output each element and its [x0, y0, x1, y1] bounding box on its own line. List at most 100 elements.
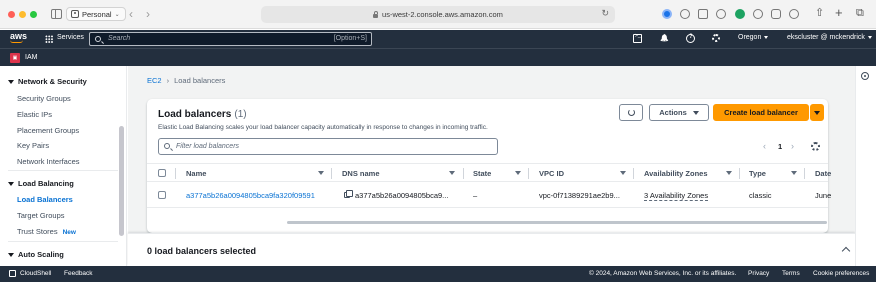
- reload-icon[interactable]: ↻: [601, 8, 609, 19]
- settings-gear-icon[interactable]: [712, 34, 720, 42]
- table-preferences-gear-icon[interactable]: [811, 142, 820, 151]
- column-header-vpc-id[interactable]: VPC ID: [539, 169, 564, 178]
- caret-down-icon: [764, 35, 769, 39]
- previous-page-icon[interactable]: ‹: [763, 141, 766, 151]
- sort-caret-icon[interactable]: [620, 171, 626, 175]
- sort-caret-icon[interactable]: [449, 171, 455, 175]
- download-icon[interactable]: [680, 9, 690, 19]
- sidebar-item-security-groups[interactable]: Security Groups: [17, 94, 71, 103]
- account-menu[interactable]: ekscluster @ mckendrick: [787, 34, 872, 41]
- region-label: Oregon: [738, 34, 762, 41]
- sidebar-toggle-icon[interactable]: [51, 9, 62, 19]
- sidebar-item-elastic-ips[interactable]: Elastic IPs: [17, 110, 52, 119]
- extension-icon[interactable]: [698, 9, 708, 19]
- nav-section-load-balancing[interactable]: Load Balancing: [8, 179, 74, 188]
- info-panel-icon[interactable]: [861, 72, 869, 80]
- cloudshell-icon[interactable]: [9, 270, 16, 277]
- terms-link[interactable]: Terms: [782, 270, 800, 277]
- caret-down-icon: [692, 110, 699, 115]
- back-arrow-icon[interactable]: ‹: [129, 7, 133, 21]
- extension-icon[interactable]: [662, 9, 672, 19]
- notifications-bell-icon[interactable]: [660, 34, 669, 43]
- iam-service-icon[interactable]: ▣: [10, 53, 20, 63]
- sidebar-item-target-groups[interactable]: Target Groups: [17, 211, 65, 220]
- nav-section-network-security[interactable]: Network & Security: [8, 77, 87, 86]
- zoom-window-button[interactable]: [30, 11, 37, 18]
- sidebar-scrollbar[interactable]: [119, 126, 124, 236]
- sidebar-item-key-pairs[interactable]: Key Pairs: [17, 141, 49, 150]
- cloudshell-icon[interactable]: [633, 33, 642, 43]
- sidebar-divider: [8, 241, 118, 242]
- chevron-down-icon: ⌄: [114, 11, 120, 18]
- availability-zones-cell[interactable]: 3 Availability Zones: [644, 191, 709, 201]
- copy-icon[interactable]: [344, 190, 353, 198]
- column-header-date[interactable]: Date: [815, 169, 831, 178]
- table-row[interactable]: a377a5b26a0094805bca9fa320f09591 a377a5b…: [147, 182, 831, 208]
- breadcrumb-ec2-link[interactable]: EC2: [147, 76, 162, 85]
- extension-icon[interactable]: [771, 9, 781, 19]
- close-window-button[interactable]: [8, 11, 15, 18]
- services-menu[interactable]: Services: [57, 34, 84, 41]
- table-horizontal-scrollbar[interactable]: [287, 221, 827, 224]
- feedback-link[interactable]: Feedback: [64, 270, 93, 277]
- next-page-icon[interactable]: ›: [791, 141, 794, 151]
- ec2-side-navigation: Network & Security Security Groups Elast…: [0, 66, 127, 266]
- profile-label: Personal: [82, 9, 112, 19]
- services-grid-icon[interactable]: [45, 35, 53, 43]
- new-tab-icon[interactable]: +: [835, 6, 843, 20]
- section-title: Auto Scaling: [18, 250, 64, 259]
- extension-icon[interactable]: [716, 9, 726, 19]
- column-header-availability-zones[interactable]: Availability Zones: [644, 169, 708, 178]
- cookie-preferences-link[interactable]: Cookie preferences: [813, 270, 869, 277]
- help-icon[interactable]: [686, 34, 695, 43]
- sort-caret-icon[interactable]: [726, 171, 732, 175]
- minimize-window-button[interactable]: [19, 11, 26, 18]
- sort-caret-icon[interactable]: [791, 171, 797, 175]
- current-page-number[interactable]: 1: [778, 142, 782, 151]
- grammarly-icon[interactable]: [735, 9, 745, 19]
- sidebar-item-trust-stores[interactable]: Trust Stores New: [17, 227, 76, 236]
- cloudshell-link[interactable]: CloudShell: [20, 270, 51, 277]
- column-header-state[interactable]: State: [473, 169, 491, 178]
- search-placeholder: Search: [108, 35, 131, 42]
- sidebar-item-network-interfaces[interactable]: Network Interfaces: [17, 157, 80, 166]
- split-panel-header[interactable]: 0 load balancers selected: [128, 233, 855, 266]
- address-bar[interactable]: us-west-2.console.aws.amazon.com ↻: [261, 6, 615, 23]
- tab-overview-icon[interactable]: ⧉: [856, 6, 864, 20]
- load-balancer-name-link[interactable]: a377a5b26a0094805bca9fa320f09591: [186, 191, 315, 200]
- column-header-name[interactable]: Name: [186, 169, 206, 178]
- create-load-balancer-button[interactable]: Create load balancer: [713, 104, 809, 121]
- type-cell: classic: [749, 191, 772, 200]
- filter-load-balancers-input[interactable]: Filter load balancers: [158, 138, 498, 155]
- region-selector[interactable]: Oregon: [738, 34, 769, 41]
- favorite-iam-link[interactable]: IAM: [25, 54, 37, 61]
- sidebar-item-load-balancers[interactable]: Load Balancers: [17, 195, 73, 204]
- actions-dropdown-button[interactable]: Actions: [649, 104, 709, 121]
- trust-stores-label: Trust Stores: [17, 227, 58, 236]
- column-divider: [528, 168, 529, 179]
- row-select-checkbox[interactable]: [158, 191, 166, 199]
- refresh-button[interactable]: [619, 104, 643, 121]
- aws-logo[interactable]: aws: [10, 31, 27, 43]
- column-header-dns-name[interactable]: DNS name: [342, 169, 380, 178]
- extension-icon[interactable]: [789, 9, 799, 19]
- sort-caret-icon[interactable]: [318, 171, 324, 175]
- console-search-input[interactable]: Search [Option+S]: [89, 32, 372, 46]
- create-load-balancer-dropdown-button[interactable]: [810, 104, 824, 121]
- select-all-checkbox[interactable]: [158, 169, 166, 177]
- privacy-link[interactable]: Privacy: [748, 270, 769, 277]
- sidebar-item-placement-groups[interactable]: Placement Groups: [17, 126, 79, 135]
- dns-name-cell: a377a5b26a0094805bca9...: [355, 191, 449, 200]
- chevron-up-icon[interactable]: [841, 246, 851, 256]
- nav-section-auto-scaling[interactable]: Auto Scaling: [8, 250, 64, 259]
- share-icon[interactable]: ⇧: [815, 6, 824, 20]
- extension-icon[interactable]: [753, 9, 763, 19]
- profile-icon: [71, 10, 79, 18]
- load-balancers-table-container: Load balancers (1) Elastic Load Balancing…: [147, 99, 831, 233]
- profile-selector[interactable]: Personal ⌄: [66, 7, 126, 21]
- copyright-text: © 2024, Amazon Web Services, Inc. or its…: [589, 270, 737, 277]
- forward-arrow-icon[interactable]: ›: [146, 7, 150, 21]
- sort-caret-icon[interactable]: [515, 171, 521, 175]
- caret-down-icon: [867, 35, 872, 39]
- column-header-type[interactable]: Type: [749, 169, 766, 178]
